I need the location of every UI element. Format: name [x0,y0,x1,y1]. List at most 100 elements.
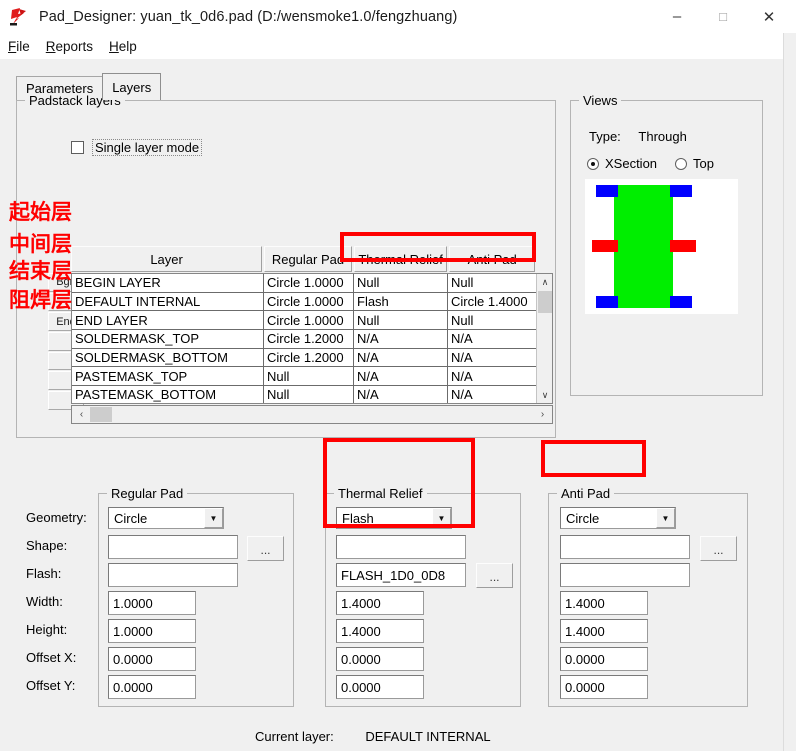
regular-pad-shape-field[interactable] [108,535,238,559]
cell-thermal: Flash [354,292,448,311]
menu-bar: File Reports Help [0,33,796,59]
views-radio-group: XSection Top [587,156,732,171]
window-right-edge [783,33,796,751]
field-label-column: Geometry: Shape: Flash: Width: Height: O… [26,503,96,699]
minimize-button[interactable]: – [654,0,700,33]
regular-pad-shape-browse-button[interactable]: ... [247,536,284,561]
column-header-regular-pad[interactable]: Regular Pad [264,246,352,272]
column-header-thermal-relief[interactable]: Thermal Relief [353,246,448,272]
thermal-relief-width-field[interactable]: 1.4000 [336,591,424,615]
thermal-relief-flash-field[interactable]: FLASH_1D0_0D8 [336,563,466,587]
anti-pad-width-field[interactable]: 1.4000 [560,591,648,615]
label-shape: Shape: [26,537,68,553]
table-row[interactable]: DEFAULT INTERNAL Circle 1.0000 Flash Cir… [72,292,537,312]
anti-pad-flash-field[interactable] [560,563,690,587]
regular-pad-offset-x-value: 0.0000 [113,651,153,667]
horizontal-scroll-thumb[interactable] [90,407,112,422]
scroll-left-icon[interactable]: ‹ [74,406,89,423]
menu-help[interactable]: Help [109,39,137,54]
current-layer-status: Current layer: DEFAULT INTERNAL [255,729,491,744]
chevron-down-icon[interactable]: ▼ [656,508,675,528]
chevron-down-icon[interactable]: ▼ [204,508,223,528]
preview-regular-pad-bottom-left [596,296,618,308]
cell-layer: SOLDERMASK_BOTTOM [72,348,264,367]
table-row[interactable]: PASTEMASK_BOTTOM Null N/A N/A [72,386,537,403]
cell-regular: Circle 1.0000 [264,292,354,311]
anti-pad-geometry-combo[interactable]: Circle ▼ [560,507,676,529]
thermal-relief-height-field[interactable]: 1.4000 [336,619,424,643]
label-height: Height: [26,621,68,637]
cell-layer: END LAYER [72,311,264,330]
views-title: Views [579,93,622,108]
column-header-layer[interactable]: Layer [71,246,263,272]
cell-thermal: N/A [354,386,448,403]
single-layer-mode-checkbox[interactable] [71,141,84,154]
chevron-down-icon[interactable]: ▼ [432,508,451,528]
anti-pad-title: Anti Pad [557,486,615,501]
cell-thermal: Null [354,311,448,330]
preview-regular-pad-top-left [596,185,618,197]
annotation-soldermask-layer: 阻焊层 [9,288,72,312]
scroll-down-icon[interactable]: ∨ [537,387,552,403]
anti-pad-shape-field[interactable] [560,535,690,559]
regular-pad-width-field[interactable]: 1.0000 [108,591,196,615]
anti-pad-width-value: 1.4000 [565,595,605,611]
layer-table-body: BEGIN LAYER Circle 1.0000 Null Null DEFA… [72,274,537,403]
thermal-relief-shape-browse-button[interactable]: ... [476,563,513,588]
radio-top[interactable] [675,157,688,170]
regular-pad-geometry-combo[interactable]: Circle ▼ [108,507,224,529]
table-row[interactable]: PASTEMASK_TOP Null N/A N/A [72,367,537,387]
cell-anti: N/A [451,331,473,347]
client-area: Parameters Layers Padstack layers Single… [0,59,783,751]
label-geometry: Geometry: [26,509,87,525]
views-preview-canvas [585,179,738,314]
anti-pad-shape-browse-button[interactable]: ... [700,536,737,561]
menu-reports[interactable]: Reports [46,39,93,54]
anti-pad-height-field[interactable]: 1.4000 [560,619,648,643]
scroll-right-icon[interactable]: › [535,406,550,423]
views-type-label: Type: [589,129,621,144]
thermal-relief-shape-field[interactable] [336,535,466,559]
cell-regular: Circle 1.0000 [264,311,354,330]
pad-designer-icon [8,6,30,28]
menu-file[interactable]: File [8,39,30,54]
table-row[interactable]: SOLDERMASK_TOP Circle 1.2000 N/A N/A [72,330,537,349]
regular-pad-offset-y-value: 0.0000 [113,679,153,695]
maximize-button[interactable]: □ [700,0,746,33]
scroll-up-icon[interactable]: ∧ [537,274,552,290]
close-button[interactable]: ✕ [746,0,792,33]
thermal-relief-offset-x-field[interactable]: 0.0000 [336,647,424,671]
label-offset-x: Offset X: [26,649,77,665]
single-layer-mode-row[interactable]: Single layer mode [71,139,203,156]
thermal-relief-offset-y-field[interactable]: 0.0000 [336,675,424,699]
table-row[interactable]: SOLDERMASK_BOTTOM Circle 1.2000 N/A N/A [72,348,537,368]
table-row[interactable]: BEGIN LAYER Circle 1.0000 Null Null [72,274,537,293]
table-vertical-scrollbar[interactable]: ∧ ∨ [536,274,552,403]
label-offset-y: Offset Y: [26,677,76,693]
table-horizontal-scrollbar[interactable]: ‹ › [71,405,553,424]
anti-pad-offset-x-field[interactable]: 0.0000 [560,647,648,671]
regular-pad-offset-y-field[interactable]: 0.0000 [108,675,196,699]
radio-xsection[interactable] [587,157,599,170]
regular-pad-offset-x-field[interactable]: 0.0000 [108,647,196,671]
annotation-end-layer: 结束层 [9,259,72,283]
views-type-row: Type: Through [589,129,687,144]
thermal-relief-flash-value: FLASH_1D0_0D8 [341,567,446,583]
cell-anti: N/A [451,387,473,403]
cell-layer: BEGIN LAYER [72,274,264,292]
vertical-scroll-thumb[interactable] [538,291,552,313]
radio-top-label: Top [693,156,715,171]
tab-layers[interactable]: Layers [102,73,162,100]
thermal-relief-geometry-combo[interactable]: Flash ▼ [336,507,452,529]
column-header-anti-pad[interactable]: Anti Pad [449,246,535,272]
tab-layers-label: Layers [112,79,152,95]
regular-pad-height-field[interactable]: 1.0000 [108,619,196,643]
label-flash: Flash: [26,565,62,581]
title-bar: Pad_Designer: yuan_tk_0d6.pad (D:/wensmo… [0,0,796,33]
table-row[interactable]: END LAYER Circle 1.0000 Null Null [72,311,537,331]
cell-anti: N/A [451,350,473,366]
layer-table: Layer Regular Pad Thermal Relief Anti Pa… [71,246,553,429]
regular-pad-flash-field[interactable] [108,563,238,587]
anti-pad-offset-y-field[interactable]: 0.0000 [560,675,648,699]
regular-pad-width-value: 1.0000 [113,595,153,611]
